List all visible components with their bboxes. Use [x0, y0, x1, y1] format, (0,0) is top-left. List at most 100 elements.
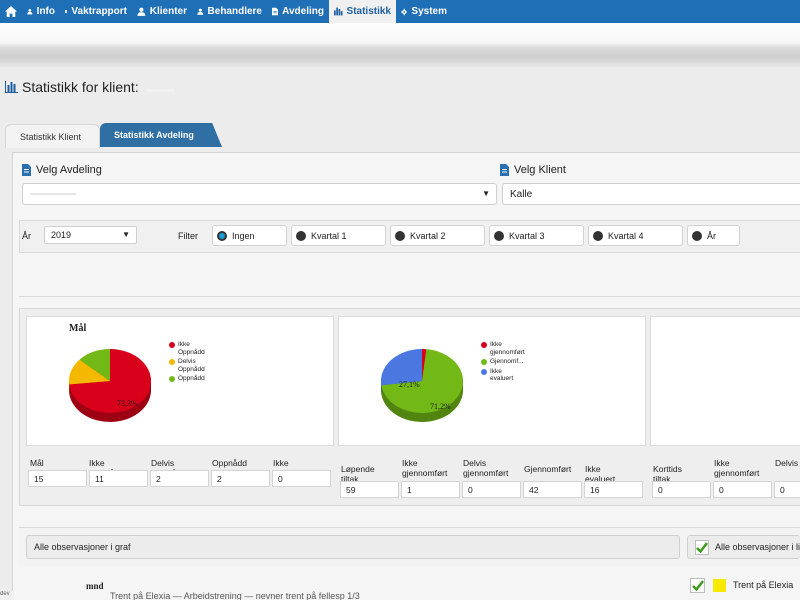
document-icon [22, 164, 31, 176]
legend-item: Gjennomf... [481, 358, 524, 366]
oppnadd-input[interactable]: 2 [211, 470, 270, 487]
ikke-oppnadd-input[interactable]: 11 [89, 470, 148, 487]
legend-item: Ikke evaluert [481, 368, 524, 383]
pie-data-label: 73,3% [117, 399, 138, 408]
page-title-row: Statistikk for klient: [5, 79, 175, 95]
mal-input[interactable]: 15 [28, 470, 87, 487]
korttids-chart-card [650, 316, 800, 446]
nav-label: Behandlere [207, 6, 262, 17]
filter-option-aar[interactable]: År [687, 225, 740, 246]
all-observations-graph-button[interactable]: Alle observasjoner i graf [26, 535, 680, 559]
radio-icon [494, 230, 504, 241]
field-label: Ikke gjennomført [402, 458, 448, 478]
list-button-label: Alle observasjoner i liste [715, 542, 800, 552]
mal-chart-card: Mål 73,3% Ikke Oppnådd Delvis Oppnådd Op… [26, 316, 334, 446]
legend-item: Ikke Oppnådd [169, 341, 212, 356]
delvis-oppnadd-input[interactable]: 2 [150, 470, 209, 487]
caret-down-icon: ▼ [122, 230, 130, 239]
field-label: Gjennomført [524, 464, 572, 474]
legend-label: Ikke gjennomført [490, 341, 525, 356]
user-icon [27, 9, 33, 15]
tab-statistikk-klient[interactable]: Statistikk Klient [5, 124, 100, 148]
filter-option-label: Kvartal 3 [509, 230, 545, 241]
avdeling-value-redacted [30, 193, 76, 195]
field-label: Oppnådd [212, 458, 247, 468]
legend-item: Ikke gjennomført [481, 341, 525, 356]
nav-info[interactable]: Info [22, 0, 60, 23]
nav-label: Info [36, 6, 55, 17]
legend-color-swatch [713, 579, 726, 592]
top-nav: Info Vaktrapport Klienter Behandlere Avd… [0, 0, 800, 23]
nav-label: Statistikk [346, 6, 391, 17]
avdeling-select[interactable]: ▼ [22, 183, 497, 205]
mal-pie-chart: 73,3% [69, 349, 151, 422]
tab-statistikk-avdeling[interactable]: Statistikk Avdeling [100, 123, 222, 147]
document-icon [65, 10, 68, 13]
nav-behandlere[interactable]: Behandlere [192, 0, 267, 23]
chart-title: Mål [69, 323, 87, 334]
home-icon [5, 6, 17, 17]
filter-option-kvartal-3[interactable]: Kvartal 3 [489, 225, 584, 246]
velg-klient-text: Velg Klient [514, 164, 566, 176]
legend-checkbox[interactable] [690, 578, 705, 593]
legend-item: Oppnådd [169, 375, 212, 383]
nav-statistikk[interactable]: Statistikk [329, 0, 396, 23]
tiltak-chart-card: 71,2% 27,1% Ikke gjennomført Gjennomf... … [338, 316, 646, 446]
ikke-gjennomfort-input[interactable]: 1 [401, 481, 460, 498]
home-button[interactable] [0, 0, 22, 23]
client-name-redacted [146, 88, 175, 92]
delvis-gjennomfort-input[interactable]: 0 [462, 481, 521, 498]
mal-legend: Ikke Oppnådd Delvis Oppnådd Oppnådd [169, 341, 212, 385]
nav-avdeling[interactable]: Avdeling [267, 0, 329, 23]
filter-option-kvartal-4[interactable]: Kvartal 4 [588, 225, 683, 246]
field-label: Delvis [775, 458, 799, 468]
nav-vaktrapport[interactable]: Vaktrapport [60, 0, 132, 23]
nav-klienter[interactable]: Klienter [132, 0, 192, 23]
checkmark-icon [691, 580, 704, 591]
velg-avdeling-text: Velg Avdeling [36, 164, 102, 176]
radio-icon [692, 230, 702, 241]
all-observations-list-button[interactable]: Alle observasjoner i liste [687, 535, 800, 559]
graph-button-label: Alle observasjoner i graf [34, 542, 131, 552]
lopende-tiltak-input[interactable]: 59 [340, 481, 399, 498]
field-label: Delvis gjennomført [463, 458, 509, 478]
nav-label: System [411, 6, 447, 17]
legend-item: Delvis Oppnådd [169, 358, 212, 373]
pie-data-label: 71,2% [430, 402, 451, 411]
kort-delvis-input[interactable]: 0 [774, 481, 800, 498]
legend-label: Ikke evaluert [490, 367, 514, 383]
filter-option-label: År [707, 230, 716, 241]
legend-dot-green [169, 376, 175, 382]
year-label: År [22, 231, 31, 241]
klient-select[interactable]: Kalle [502, 183, 800, 205]
legend-label: Gjennomf... [490, 358, 524, 365]
document-icon [272, 7, 279, 16]
nav-label: Klienter [149, 6, 187, 17]
filter-option-label: Ingen [232, 230, 255, 241]
nav-system[interactable]: System [396, 0, 452, 23]
ikke-evaluert-input[interactable]: 0 [272, 470, 331, 487]
observation-text: Trent på Elexia — Arbeidstrening — nevne… [110, 591, 360, 600]
kort-ikke-gjennomfort-input[interactable]: 0 [713, 481, 772, 498]
month-label: mnd [86, 581, 104, 591]
nav-label: Vaktrapport [71, 6, 127, 17]
korttids-tiltak-input[interactable]: 0 [652, 481, 711, 498]
user-icon [197, 8, 204, 15]
legend-dot-blue [481, 368, 487, 375]
radio-icon [296, 230, 306, 241]
section-divider [19, 296, 800, 297]
tiltak-ikke-evaluert-input[interactable]: 16 [584, 481, 643, 498]
klient-value: Kalle [510, 188, 533, 200]
nav-label: Avdeling [282, 6, 324, 17]
legend-item-label: Trent på Elexia [733, 580, 794, 590]
year-select[interactable]: 2019 ▼ [44, 226, 137, 244]
checkmark-icon [695, 539, 709, 555]
filter-option-label: Kvartal 4 [608, 230, 644, 241]
filter-option-label: Kvartal 2 [410, 230, 446, 241]
filter-option-kvartal-2[interactable]: Kvartal 2 [390, 225, 485, 246]
legend-dot-red [169, 342, 175, 348]
filter-option-kvartal-1[interactable]: Kvartal 1 [291, 225, 386, 246]
gjennomfort-input[interactable]: 42 [523, 481, 582, 498]
legend-label: Oppnådd [178, 375, 205, 382]
filter-option-ingen[interactable]: Ingen [212, 225, 287, 246]
